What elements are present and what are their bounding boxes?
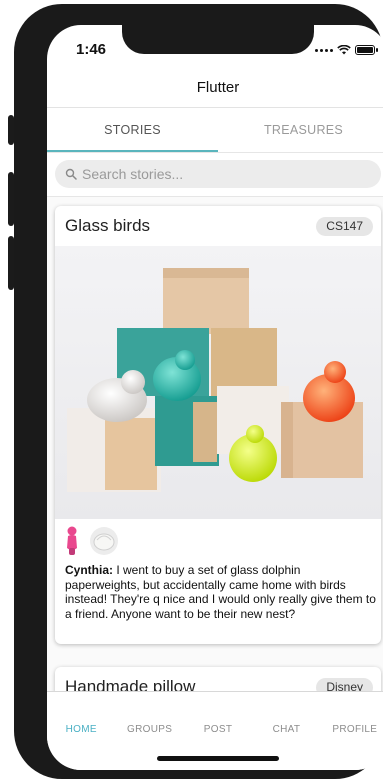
tab-bar-divider — [47, 152, 383, 153]
home-indicator[interactable] — [157, 756, 279, 761]
status-icons — [315, 45, 378, 55]
tab-stories[interactable]: STORIES — [47, 108, 218, 152]
group-badge[interactable]: CS147 — [316, 217, 373, 236]
phone-frame: 1:46 Flutter STORIES TREASURES Search st… — [14, 4, 383, 779]
wifi-icon — [337, 45, 351, 55]
story-author: Cynthia: — [65, 563, 113, 577]
story-card[interactable]: Glass birds CS147 Cynthia: I went to buy… — [55, 206, 381, 644]
tab-treasures[interactable]: TREASURES — [218, 108, 383, 152]
battery-icon — [355, 45, 378, 55]
search-bar[interactable] — [55, 160, 381, 188]
shell-icon[interactable] — [89, 526, 119, 556]
search-input[interactable] — [82, 166, 362, 182]
story-feed[interactable]: Glass birds CS147 Cynthia: I went to buy… — [47, 197, 383, 691]
phone-screen: 1:46 Flutter STORIES TREASURES Search st… — [47, 25, 383, 770]
nav-home[interactable]: HOME — [47, 692, 115, 770]
tab-bar: STORIES TREASURES — [47, 108, 383, 152]
story-title: Glass birds — [65, 216, 151, 235]
signal-dots-icon — [315, 48, 333, 52]
group-badge[interactable]: Disney — [316, 678, 373, 691]
reactions-row — [65, 526, 119, 556]
nav-profile[interactable]: PROFILE — [321, 692, 383, 770]
app-bar: Flutter — [47, 75, 383, 107]
pink-figure-icon[interactable] — [65, 526, 79, 556]
status-time: 1:46 — [76, 41, 107, 58]
story-card[interactable]: Handmade pillow Disney — [55, 667, 381, 691]
story-text: Cynthia: I went to buy a set of glass do… — [65, 563, 377, 621]
story-photo[interactable] — [55, 246, 381, 519]
app-title: Flutter — [196, 79, 240, 96]
search-icon — [65, 168, 77, 180]
story-title: Handmade pillow — [65, 677, 196, 691]
notch — [122, 25, 314, 54]
